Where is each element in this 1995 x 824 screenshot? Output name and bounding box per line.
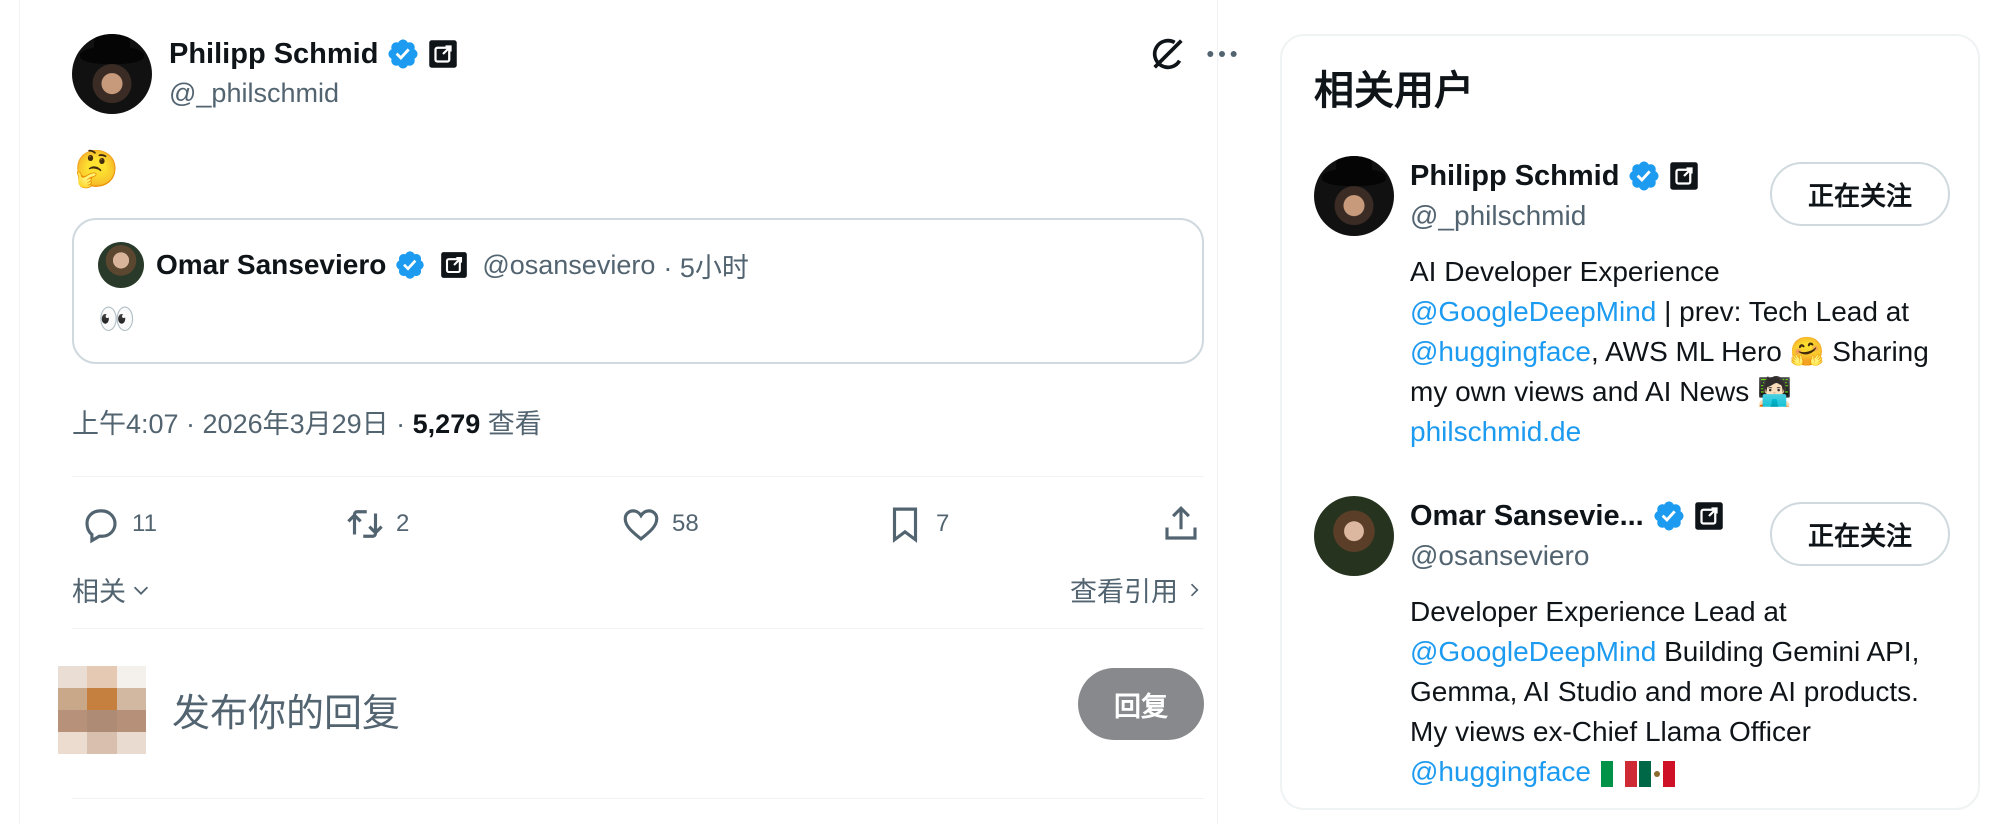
author-avatar[interactable] [72, 34, 152, 114]
quoted-author-name: Omar Sanseviero [156, 249, 387, 280]
share-icon [1165, 506, 1197, 540]
related-label: 相关 [72, 577, 126, 607]
user-name-row: Omar Sansevie... [1410, 496, 1724, 536]
bio-link[interactable]: @GoogleDeepMind [1410, 296, 1656, 327]
quoted-tweet-header: Omar Sanseviero @osanseviero · 5小时 [98, 242, 749, 288]
divider [72, 628, 1204, 629]
quoted-author-handle: @osanseviero [482, 249, 656, 280]
verified-badge-icon [394, 249, 426, 281]
avatar-hat-top [94, 34, 130, 54]
tweet-actions: 11 2 58 7 [72, 498, 1204, 550]
reply-action[interactable]: 11 [80, 498, 157, 550]
related-users-panel: 相关用户 Philipp Schmid @_philschmid 正在关注 AI… [1280, 34, 1980, 810]
like-icon [623, 509, 659, 541]
bio-link[interactable]: @huggingface [1410, 336, 1591, 367]
quoted-tweet-time: · 5小时 [663, 252, 749, 283]
user-name[interactable]: Philipp Schmid [1410, 160, 1619, 193]
retweet-icon [347, 510, 383, 538]
user-bio: Developer Experience Lead at @GoogleDeep… [1410, 592, 1950, 792]
view-quotes-label: 查看引用 [1070, 577, 1178, 607]
like-action[interactable]: 58 [620, 498, 699, 550]
verified-badge-icon[interactable] [386, 37, 420, 71]
user-name-row: Philipp Schmid [1410, 156, 1699, 196]
flag-mexico-icon [1638, 760, 1675, 787]
author-name-row: Philipp Schmid [169, 34, 458, 74]
like-count: 58 [672, 510, 699, 537]
user-card[interactable]: Omar Sansevie... @osanseviero 正在关注 Devel… [1314, 496, 1950, 796]
verified-badge-icon[interactable] [1627, 159, 1661, 193]
divider [72, 476, 1204, 477]
grok-icon[interactable] [1148, 34, 1188, 74]
author-handle[interactable]: @_philschmid [169, 78, 339, 109]
main-column: Philipp Schmid @_philschmid 🤔 Omar Sanse… [19, 0, 1237, 824]
affiliate-badge-icon[interactable] [1669, 161, 1699, 191]
quoted-tweet-text: 👀 [98, 303, 136, 336]
reply-count: 11 [132, 510, 157, 537]
user-handle[interactable]: @_philschmid [1410, 200, 1586, 232]
bio-text: AI Developer Experience [1410, 256, 1720, 287]
user-bio: AI Developer Experience @GoogleDeepMind … [1410, 252, 1950, 452]
user-card[interactable]: Philipp Schmid @_philschmid 正在关注 AI Deve… [1314, 156, 1950, 456]
chevron-down-icon [133, 586, 149, 595]
verified-badge-icon[interactable] [1652, 499, 1686, 533]
share-action[interactable] [1160, 498, 1202, 550]
chevron-right-icon [1190, 583, 1199, 596]
bio-text: Developer Experience Lead at [1410, 596, 1787, 627]
retweet-action[interactable]: 2 [344, 498, 409, 550]
related-dropdown[interactable]: 相关 [72, 570, 152, 609]
bio-text: | prev: Tech Lead at [1656, 296, 1910, 327]
more-icon[interactable] [1202, 34, 1242, 74]
avatar-hat-top [1336, 156, 1372, 176]
view-quotes-link[interactable]: 查看引用 [1070, 570, 1204, 609]
bookmark-count: 7 [936, 510, 950, 537]
tweet-text: 🤔 [74, 148, 119, 189]
user-avatar[interactable] [1314, 496, 1394, 576]
divider [72, 798, 1204, 799]
reply-input[interactable]: 发布你的回复 [172, 682, 400, 737]
bio-link[interactable]: @GoogleDeepMind [1410, 636, 1656, 667]
quoted-author-avatar [98, 242, 144, 288]
views-label: 查看 [480, 409, 542, 439]
following-button[interactable]: 正在关注 [1770, 502, 1950, 566]
flag-italy-icon [1600, 760, 1637, 787]
affiliate-badge-icon[interactable] [1694, 501, 1724, 531]
panel-title: 相关用户 [1314, 69, 1474, 113]
related-row: 相关 查看引用 [72, 566, 1204, 608]
following-button[interactable]: 正在关注 [1770, 162, 1950, 226]
reply-composer: 发布你的回复 回复 [58, 666, 1204, 754]
user-avatar [58, 666, 146, 754]
user-avatar[interactable] [1314, 156, 1394, 236]
affiliate-badge-icon [440, 251, 468, 279]
author-name[interactable]: Philipp Schmid [169, 38, 378, 71]
affiliate-badge-icon[interactable] [428, 39, 458, 69]
retweet-count: 2 [396, 510, 410, 537]
tweet-datetime[interactable]: 上午4:07 · 2026年3月29日 · [72, 409, 413, 439]
bio-link[interactable]: @huggingface [1410, 756, 1591, 787]
views-count: 5,279 [412, 409, 481, 439]
tweet-header: Philipp Schmid @_philschmid [72, 34, 1237, 114]
bookmark-icon [892, 507, 918, 543]
tweet-meta: 上午4:07 · 2026年3月29日 · 5,279 查看 [72, 402, 542, 441]
bookmark-action[interactable]: 7 [884, 498, 949, 550]
quoted-tweet[interactable]: Omar Sanseviero @osanseviero · 5小时 👀 [72, 218, 1204, 364]
reply-icon [85, 509, 117, 544]
bio-link[interactable]: philschmid.de [1410, 416, 1581, 447]
user-handle[interactable]: @osanseviero [1410, 540, 1589, 572]
user-name[interactable]: Omar Sansevie... [1410, 500, 1644, 533]
reply-button[interactable]: 回复 [1078, 668, 1204, 740]
